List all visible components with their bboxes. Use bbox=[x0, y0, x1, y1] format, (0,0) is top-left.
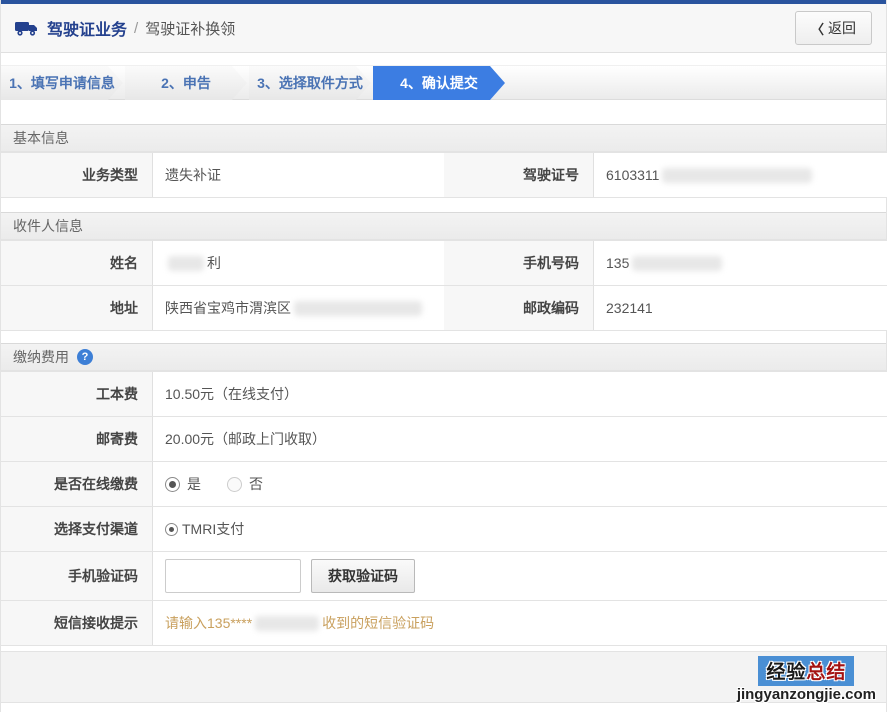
redacted-phone bbox=[632, 255, 723, 271]
online-pay-options: 是 否 bbox=[153, 462, 887, 506]
radio-tmri-pay[interactable] bbox=[165, 522, 178, 536]
table-row: 选择支付渠道 TMRI支付 bbox=[1, 506, 887, 551]
watermark-logo: 经验总结 bbox=[758, 656, 855, 686]
address-label: 地址 bbox=[1, 286, 153, 330]
postage-fee-value: 20.00元（邮政上门收取） bbox=[153, 417, 887, 461]
redacted-license-no bbox=[662, 167, 813, 183]
phone-label: 手机号码 bbox=[444, 241, 594, 285]
name-label: 姓名 bbox=[1, 241, 153, 285]
captcha-controls: 获取验证码 bbox=[153, 552, 887, 600]
license-no-value: 6103311 bbox=[594, 153, 887, 197]
table-row: 姓名 利 手机号码 135 bbox=[1, 240, 887, 285]
name-value: 利 bbox=[153, 241, 438, 285]
table-row: 工本费 10.50元（在线支付） bbox=[1, 371, 887, 416]
table-row: 业务类型 遗失补证 驾驶证号 6103311 bbox=[1, 152, 887, 197]
chevron-left-icon: 〈 bbox=[810, 21, 824, 37]
section-recipient-title: 收件人信息 bbox=[13, 218, 83, 234]
radio-online-yes[interactable] bbox=[165, 476, 180, 492]
section-fees: 缴纳费用 ? bbox=[1, 343, 886, 371]
captcha-input[interactable] bbox=[165, 559, 301, 593]
captcha-label: 手机验证码 bbox=[1, 552, 153, 600]
breadcrumb-separator: / bbox=[134, 19, 139, 37]
tab-step-3[interactable]: 3、选择取件方式 bbox=[249, 66, 371, 100]
table-row: 手机验证码 获取验证码 bbox=[1, 551, 887, 600]
phone-value: 135 bbox=[594, 241, 887, 285]
redacted-address bbox=[294, 300, 422, 316]
table-row: 是否在线缴费 是 否 bbox=[1, 461, 887, 506]
section-fees-title: 缴纳费用 bbox=[13, 349, 69, 365]
help-icon[interactable]: ? bbox=[77, 349, 93, 365]
redacted-sms-phone bbox=[255, 615, 320, 631]
tab-step-1[interactable]: 1、填写申请信息 bbox=[1, 66, 123, 100]
page-header: 驾驶证业务 / 驾驶证补换领 〈 返回 bbox=[1, 4, 886, 53]
license-no-label: 驾驶证号 bbox=[444, 153, 594, 197]
fees-table: 工本费 10.50元（在线支付） 邮寄费 20.00元（邮政上门收取） 是否在线… bbox=[1, 371, 887, 646]
section-basic-info: 基本信息 bbox=[1, 124, 886, 152]
radio-tmri-pay-label[interactable]: TMRI支付 bbox=[182, 519, 244, 539]
watermark: 经验总结 jingyanzongjie.com bbox=[737, 656, 876, 703]
sms-hint-label: 短信接收提示 bbox=[1, 601, 153, 645]
postcode-label: 邮政编码 bbox=[444, 286, 594, 330]
breadcrumb-current: 驾驶证补换领 bbox=[145, 20, 236, 38]
pay-channel-label: 选择支付渠道 bbox=[1, 507, 153, 551]
sms-hint-value: 请输入135**** 收到的短信验证码 bbox=[153, 601, 887, 645]
truck-icon bbox=[15, 20, 39, 37]
business-type-label: 业务类型 bbox=[1, 153, 153, 197]
recipient-info-table: 姓名 利 手机号码 135 地址 陕西省宝鸡市渭滨区 邮政编码 232141 bbox=[1, 240, 887, 331]
redacted-name bbox=[168, 255, 204, 271]
table-row: 短信接收提示 请输入135**** 收到的短信验证码 bbox=[1, 600, 887, 645]
get-captcha-button[interactable]: 获取验证码 bbox=[311, 559, 415, 593]
page-title: 驾驶证业务 bbox=[47, 22, 128, 39]
basic-info-table: 业务类型 遗失补证 驾驶证号 6103311 bbox=[1, 152, 887, 198]
postage-fee-label: 邮寄费 bbox=[1, 417, 153, 461]
back-button[interactable]: 〈 返回 bbox=[794, 11, 872, 45]
radio-online-yes-label[interactable]: 是 bbox=[187, 474, 201, 494]
page: 驾驶证业务 / 驾驶证补换领 〈 返回 1、填写申请信息 2、申告 3、选择取件… bbox=[0, 0, 887, 712]
cost-fee-value: 10.50元（在线支付） bbox=[153, 372, 887, 416]
radio-online-no-label[interactable]: 否 bbox=[249, 474, 263, 494]
business-type-value: 遗失补证 bbox=[153, 153, 438, 197]
tab-step-4-active[interactable]: 4、确认提交 bbox=[373, 66, 505, 100]
table-row: 地址 陕西省宝鸡市渭滨区 邮政编码 232141 bbox=[1, 285, 887, 330]
postcode-value: 232141 bbox=[594, 286, 887, 330]
address-value: 陕西省宝鸡市渭滨区 bbox=[153, 286, 438, 330]
section-basic-title: 基本信息 bbox=[13, 130, 69, 146]
pay-channel-options: TMRI支付 bbox=[153, 507, 887, 551]
section-recipient-info: 收件人信息 bbox=[1, 212, 886, 240]
page-footer: 经验总结 jingyanzongjie.com bbox=[1, 651, 886, 703]
cost-fee-label: 工本费 bbox=[1, 372, 153, 416]
step-tabbar: 1、填写申请信息 2、申告 3、选择取件方式 4、确认提交 bbox=[1, 66, 886, 100]
watermark-domain: jingyanzongjie.com bbox=[736, 686, 876, 703]
tab-step-2[interactable]: 2、申告 bbox=[125, 66, 247, 100]
table-row: 邮寄费 20.00元（邮政上门收取） bbox=[1, 416, 887, 461]
radio-online-no[interactable] bbox=[227, 476, 242, 492]
online-pay-label: 是否在线缴费 bbox=[1, 462, 153, 506]
back-button-label: 返回 bbox=[828, 20, 856, 36]
